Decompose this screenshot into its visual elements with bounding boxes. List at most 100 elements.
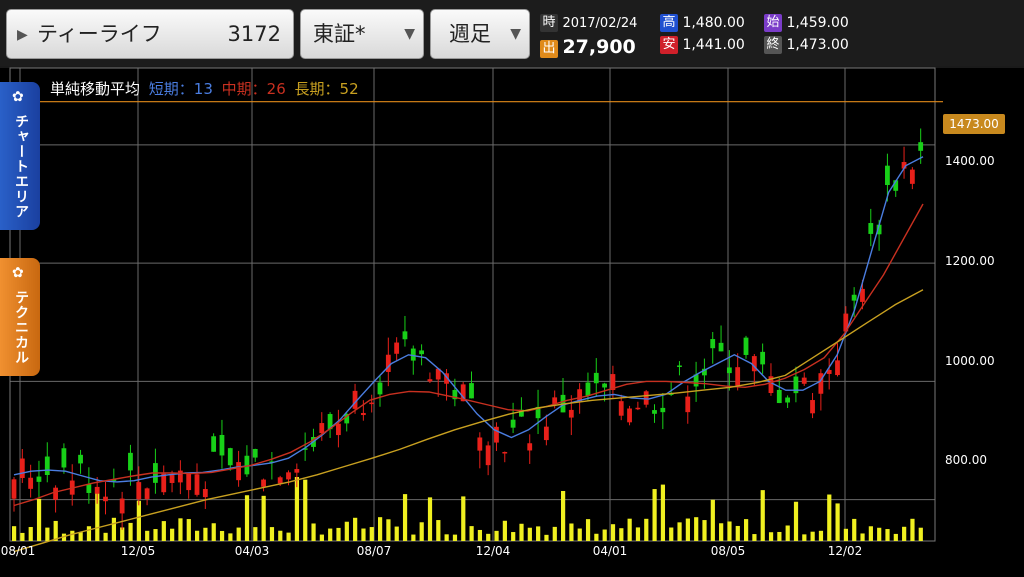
candle-body bbox=[469, 383, 474, 399]
volume-bar bbox=[735, 525, 740, 541]
candle-body bbox=[277, 477, 283, 484]
volume-bar bbox=[852, 518, 857, 541]
ma-long-label: 長期：52 bbox=[294, 80, 359, 98]
volume-bar bbox=[444, 534, 449, 541]
candle-body bbox=[776, 389, 782, 404]
volume-bar bbox=[269, 527, 275, 541]
volume-bar bbox=[527, 527, 532, 541]
candle-body bbox=[11, 479, 17, 499]
volume-bar bbox=[719, 523, 724, 541]
candle-body bbox=[835, 360, 840, 376]
moving-average-legend: 単純移動平均 短期：13 中期：26 長期：52 bbox=[50, 78, 359, 99]
candle-body bbox=[78, 454, 83, 464]
volume-bar bbox=[195, 530, 200, 541]
candle-body bbox=[677, 365, 682, 367]
y-axis-label: 1400.00 bbox=[945, 154, 995, 168]
candle-body bbox=[36, 476, 42, 482]
volume-bar bbox=[694, 517, 699, 541]
volume-bar bbox=[303, 479, 308, 541]
long-ma-line bbox=[13, 289, 924, 553]
volume-bar bbox=[103, 532, 108, 541]
volume-bar bbox=[328, 528, 333, 541]
candle-body bbox=[918, 142, 924, 151]
volume-bar bbox=[45, 527, 50, 541]
candle-body bbox=[28, 477, 34, 489]
candle-body bbox=[360, 412, 366, 416]
candle-body bbox=[202, 489, 208, 498]
volume-bar bbox=[244, 495, 250, 541]
candle-body bbox=[319, 423, 325, 434]
candle-body bbox=[369, 402, 375, 405]
volume-bar bbox=[511, 532, 516, 541]
volume-bar bbox=[211, 523, 216, 541]
candle-body bbox=[568, 409, 574, 418]
candle-body bbox=[510, 419, 516, 428]
volume-bar bbox=[186, 519, 191, 541]
volume-bar bbox=[145, 530, 150, 541]
candle-body bbox=[909, 169, 915, 184]
volume-bar bbox=[519, 523, 524, 541]
volume-bar bbox=[710, 499, 715, 541]
volume-bar bbox=[228, 533, 233, 541]
volume-bar bbox=[860, 533, 865, 541]
candle-body bbox=[219, 434, 225, 456]
volume-bar bbox=[469, 526, 474, 541]
volume-bar bbox=[411, 534, 416, 541]
candle-body bbox=[286, 472, 291, 480]
volume-bar bbox=[136, 500, 141, 541]
current-price-tag: 1473.00 bbox=[943, 114, 1005, 134]
volume-bar bbox=[768, 532, 774, 541]
candle-body bbox=[885, 165, 890, 186]
volume-bar bbox=[236, 527, 241, 541]
volume-bar bbox=[810, 531, 815, 541]
candle-body bbox=[485, 445, 491, 466]
chart-area-tab[interactable]: ✿ チャートエリア bbox=[0, 82, 40, 230]
volume-bar bbox=[502, 520, 507, 541]
candle-body bbox=[177, 470, 183, 483]
volume-bar bbox=[610, 524, 616, 541]
candle-body bbox=[801, 377, 807, 384]
gear-icon: ✿ bbox=[12, 89, 24, 105]
volume-bar bbox=[427, 497, 433, 541]
volume-bar bbox=[170, 528, 175, 541]
candle-body bbox=[136, 482, 142, 500]
volume-bar bbox=[885, 529, 890, 541]
candle-body bbox=[818, 373, 824, 394]
ma-title: 単純移動平均 bbox=[50, 80, 141, 98]
volume-bar bbox=[677, 522, 682, 541]
candle-body bbox=[585, 382, 591, 396]
volume-bar bbox=[12, 526, 17, 541]
volume-bar bbox=[835, 503, 840, 541]
volume-bar bbox=[461, 496, 466, 541]
technical-tab[interactable]: ✿ テクニカル bbox=[0, 258, 40, 376]
candle-body bbox=[227, 448, 233, 466]
candle-body bbox=[211, 436, 217, 452]
volume-bar bbox=[569, 523, 574, 541]
volume-bar bbox=[827, 494, 832, 541]
candle-body bbox=[402, 331, 408, 340]
candle-body bbox=[336, 423, 341, 436]
candle-body bbox=[161, 473, 167, 493]
candle-body bbox=[86, 484, 92, 493]
volume-bar bbox=[669, 527, 674, 541]
candle-body bbox=[643, 391, 649, 405]
volume-bar bbox=[752, 534, 757, 541]
volume-bar bbox=[36, 498, 42, 541]
mid-ma-line bbox=[13, 203, 924, 507]
technical-tab-label: テクニカル bbox=[13, 290, 29, 365]
candle-body bbox=[743, 337, 749, 355]
ma-mid-label: 中期：26 bbox=[221, 80, 286, 98]
short-ma-line bbox=[13, 156, 924, 483]
volume-bar bbox=[386, 519, 391, 541]
volume-bar bbox=[128, 522, 133, 541]
candle-body bbox=[660, 407, 666, 413]
candle-body bbox=[710, 339, 716, 349]
volume-bar bbox=[727, 521, 732, 541]
volume-bar bbox=[153, 529, 158, 541]
candle-body bbox=[760, 351, 766, 365]
gear-icon: ✿ bbox=[12, 265, 24, 281]
volume-bar bbox=[802, 534, 807, 541]
volume-bar bbox=[868, 526, 873, 541]
volume-bar bbox=[902, 526, 907, 541]
candle-body bbox=[103, 496, 108, 502]
